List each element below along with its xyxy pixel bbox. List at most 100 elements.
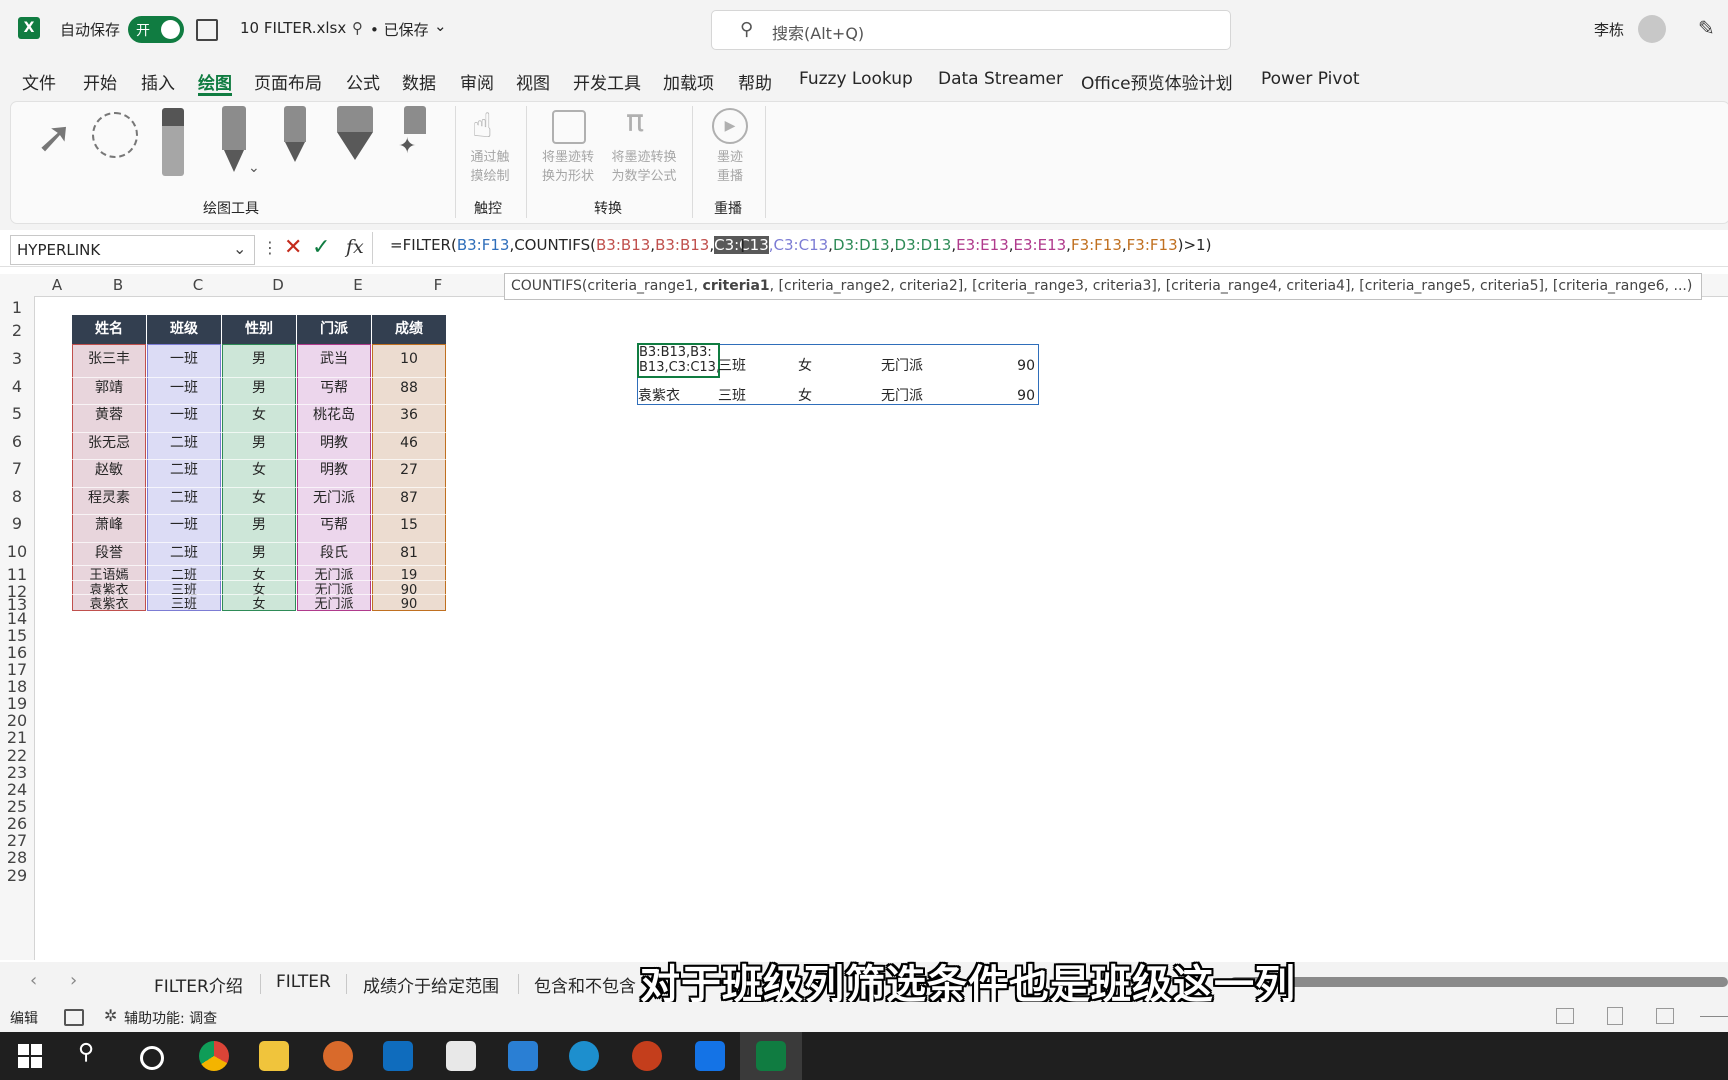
result-cell[interactable]: 无门派 [872, 386, 932, 406]
table-cell[interactable]: 二班 [147, 459, 221, 480]
autosave-toggle[interactable]: 开 [128, 16, 184, 43]
search-box[interactable]: ⚲ 搜索(Alt+Q) [711, 10, 1231, 50]
table-cell[interactable]: 无门派 [297, 486, 371, 508]
row-header-21[interactable]: 21 [0, 728, 34, 747]
menu-draw[interactable]: 绘图 [198, 69, 232, 94]
table-cell[interactable]: 一班 [147, 404, 221, 425]
formula-input[interactable]: =FILTER(B3:F13,COUNTIFS(B3:B13,B3:B13,C3… [390, 236, 1211, 254]
file-name[interactable]: 10 FILTER.xlsx [240, 19, 346, 37]
saved-status[interactable]: • 已保存 [370, 19, 429, 40]
select-arrow-icon[interactable]: ➚ [36, 112, 73, 163]
column-header-b[interactable]: B [78, 276, 158, 294]
pen-tool-icon[interactable] [222, 106, 246, 150]
column-header-d[interactable]: D [238, 276, 318, 294]
table-cell[interactable]: 女 [222, 404, 296, 425]
macro-recording-icon[interactable] [64, 1009, 84, 1026]
powerpoint-icon[interactable] [632, 1041, 662, 1071]
table-cell[interactable]: 二班 [147, 486, 221, 508]
accessibility-status[interactable]: 辅助功能: 调查 [124, 1008, 217, 1028]
row-header-2[interactable]: 2 [0, 321, 34, 340]
menu-formulas[interactable]: 公式 [346, 69, 380, 94]
table-cell[interactable]: 88 [372, 376, 446, 398]
table-header-cell[interactable]: 门派 [297, 315, 372, 344]
cortana-icon[interactable] [140, 1046, 164, 1070]
table-cell[interactable]: 男 [222, 431, 296, 453]
column-header-c[interactable]: C [158, 276, 238, 294]
zoom-slider[interactable] [1700, 1016, 1728, 1017]
pencil-tool-icon[interactable] [284, 106, 306, 142]
table-cell[interactable]: 丐帮 [297, 514, 371, 535]
table-cell[interactable]: 90 [372, 594, 446, 615]
editing-cell[interactable]: B3:B13,B3: B13,C3:C13, [637, 343, 720, 378]
result-cell[interactable]: 三班 [718, 356, 758, 376]
normal-view-icon[interactable] [1556, 1008, 1574, 1024]
row-header-28[interactable]: 28 [0, 848, 34, 867]
menu-data[interactable]: 数据 [402, 69, 436, 94]
page-layout-view-icon[interactable] [1607, 1007, 1623, 1025]
table-cell[interactable]: 段氏 [297, 542, 371, 563]
action-pen-icon[interactable] [404, 106, 426, 134]
chevron-left-icon[interactable]: ‹ [30, 970, 37, 991]
result-cell[interactable]: 90 [990, 356, 1035, 376]
name-box[interactable]: HYPERLINK ⌄ [10, 235, 255, 265]
table-header-cell[interactable]: 成绩 [372, 315, 447, 344]
table-cell[interactable]: 张无忌 [72, 431, 146, 453]
page-break-view-icon[interactable] [1656, 1008, 1674, 1024]
row-header-9[interactable]: 9 [0, 514, 34, 533]
paint-app-icon[interactable] [323, 1041, 353, 1071]
windows-start-icon[interactable] [18, 1044, 42, 1068]
table-cell[interactable]: 男 [222, 542, 296, 563]
file-explorer-icon[interactable] [259, 1041, 289, 1071]
row-header-7[interactable]: 7 [0, 459, 34, 478]
edge-icon[interactable] [569, 1041, 599, 1071]
table-cell[interactable]: 10 [372, 349, 446, 369]
sheet-tab-score-range[interactable]: 成绩介于给定范围 [363, 972, 499, 997]
result-cell[interactable]: 女 [790, 386, 820, 406]
table-header-cell[interactable]: 姓名 [72, 315, 147, 344]
table-cell[interactable]: 男 [222, 514, 296, 535]
result-cell[interactable]: 90 [990, 386, 1035, 406]
eraser-icon[interactable] [162, 108, 184, 176]
menu-file[interactable]: 文件 [22, 69, 56, 94]
result-cell[interactable]: 女 [790, 356, 820, 376]
insert-function-button[interactable]: fx [346, 236, 364, 258]
table-cell[interactable]: 81 [372, 542, 446, 563]
chevron-right-icon[interactable]: › [70, 970, 77, 991]
search-icon[interactable]: ⚲ [78, 1040, 94, 1065]
row-header-8[interactable]: 8 [0, 487, 34, 506]
table-cell[interactable]: 丐帮 [297, 376, 371, 398]
table-cell[interactable]: 明教 [297, 431, 371, 453]
row-header-1[interactable]: 1 [0, 298, 34, 317]
save-icon[interactable] [196, 19, 218, 41]
table-header-cell[interactable]: 班级 [147, 315, 222, 344]
row-header-10[interactable]: 10 [0, 542, 34, 561]
result-cell[interactable]: 无门派 [872, 356, 932, 376]
result-cell[interactable]: 三班 [718, 386, 758, 406]
enter-formula-icon[interactable]: ✓ [312, 235, 330, 260]
row-header-3[interactable]: 3 [0, 349, 34, 368]
horizontal-scrollbar[interactable] [1230, 977, 1728, 987]
store-icon[interactable] [446, 1041, 476, 1071]
video-editor-icon[interactable] [695, 1041, 725, 1071]
table-cell[interactable]: 女 [222, 486, 296, 508]
row-header-29[interactable]: 29 [0, 866, 34, 885]
table-cell[interactable]: 87 [372, 486, 446, 508]
table-cell[interactable]: 二班 [147, 542, 221, 563]
table-cell[interactable]: 桃花岛 [297, 404, 371, 425]
column-header-e[interactable]: E [318, 276, 398, 294]
table-cell[interactable]: 女 [222, 459, 296, 480]
row-header-5[interactable]: 5 [0, 404, 34, 423]
sheet-tab-contains[interactable]: 包含和不包含 [534, 972, 636, 997]
menu-data-streamer[interactable]: Data Streamer [938, 69, 1063, 89]
menu-help[interactable]: 帮助 [738, 69, 772, 94]
cancel-formula-icon[interactable]: ✕ [284, 235, 302, 260]
menu-insert[interactable]: 插入 [141, 69, 175, 94]
table-cell[interactable]: 明教 [297, 459, 371, 480]
table-header-cell[interactable]: 性别 [222, 315, 297, 344]
table-cell[interactable]: 武当 [297, 349, 371, 369]
table-cell[interactable]: 三班 [147, 594, 221, 615]
chevron-down-icon[interactable]: ⌄ [233, 239, 246, 258]
row-header-4[interactable]: 4 [0, 377, 34, 396]
chrome-icon[interactable] [199, 1041, 229, 1071]
accessibility-icon[interactable]: ✲ [104, 1006, 117, 1025]
